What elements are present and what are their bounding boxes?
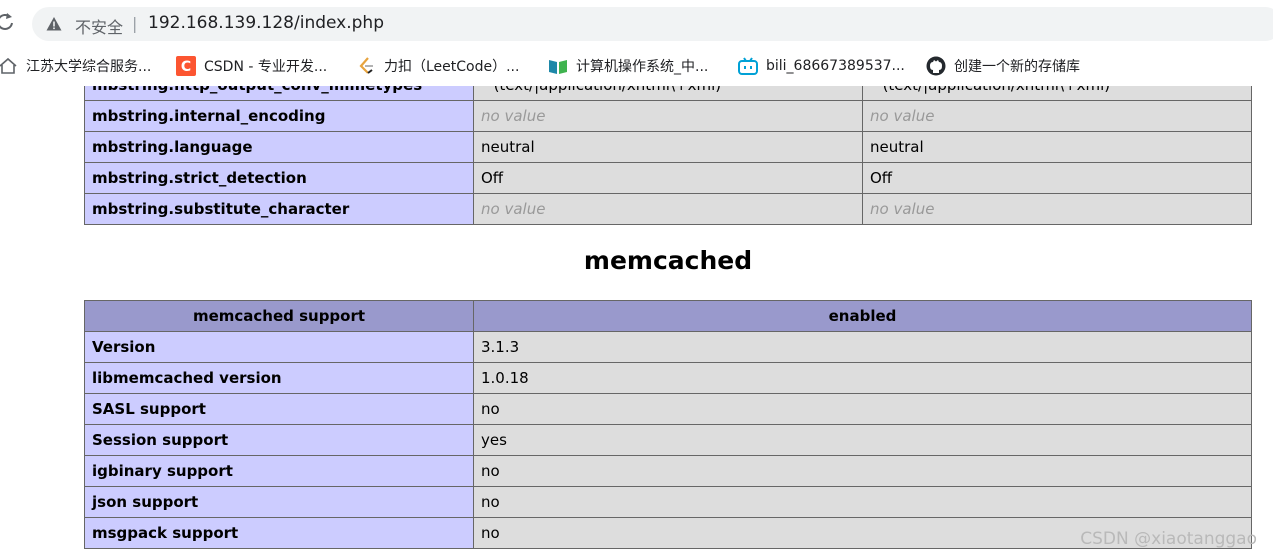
memcached-table: memcached support enabled Version 3.1.3 … [84, 300, 1252, 549]
address-bar-area: 不安全 | 192.168.139.128/index.php [0, 0, 1273, 46]
bookmark-item[interactable]: 创建一个新的存储库 [926, 55, 1080, 77]
url-separator: | [132, 14, 138, 33]
omnibox[interactable]: 不安全 | 192.168.139.128/index.php [32, 7, 1273, 41]
table-row: mbstring.substitute_character no value n… [84, 193, 1252, 225]
setting-name: Version [84, 331, 474, 363]
local-value: neutral [473, 131, 863, 163]
bookmark-label: 计算机操作系统_中... [576, 59, 709, 75]
leetcode-icon [356, 56, 376, 76]
book-icon [548, 56, 568, 76]
table-row: mbstring.strict_detection Off Off [84, 162, 1252, 194]
warning-icon[interactable] [46, 16, 62, 32]
header-value: enabled [473, 300, 1252, 332]
watermark: CSDN @xiaotanggao [1080, 529, 1257, 549]
page-content: mbstring.http_output_conv_mimetypes ^(te… [0, 86, 1273, 559]
table-row: Session support yes [84, 424, 1252, 456]
master-value: no value [862, 193, 1252, 225]
bookmark-item[interactable]: 计算机操作系统_中... [548, 55, 708, 77]
setting-value: yes [473, 424, 1252, 456]
local-value: ^(text/|application/xhtml\+xml) [473, 86, 863, 101]
url-text[interactable]: 192.168.139.128/index.php [148, 13, 384, 33]
master-value: Off [862, 162, 1252, 194]
security-label[interactable]: 不安全 [75, 14, 123, 38]
mbstring-directives-table: mbstring.http_output_conv_mimetypes ^(te… [84, 86, 1252, 225]
directive-name: mbstring.internal_encoding [84, 100, 474, 132]
table-row: SASL support no [84, 393, 1252, 425]
csdn-icon: C [176, 56, 196, 76]
github-icon [926, 56, 946, 76]
bookmark-item[interactable]: 力扣（LeetCode）... [356, 55, 519, 77]
bookmark-label: 创建一个新的存储库 [954, 59, 1080, 75]
table-row: mbstring.language neutral neutral [84, 131, 1252, 163]
table-row: igbinary support no [84, 455, 1252, 487]
setting-name: libmemcached version [84, 362, 474, 394]
directive-name: mbstring.strict_detection [84, 162, 474, 194]
reload-icon[interactable] [0, 11, 16, 33]
table-row: Version 3.1.3 [84, 331, 1252, 363]
setting-name: igbinary support [84, 455, 474, 487]
bookmark-item[interactable]: C CSDN - 专业开发... [176, 55, 327, 77]
setting-value: no [473, 486, 1252, 518]
setting-value: no [473, 455, 1252, 487]
master-value: no value [862, 100, 1252, 132]
bookmark-label: CSDN - 专业开发... [204, 59, 328, 75]
setting-value: no [473, 393, 1252, 425]
setting-value: 1.0.18 [473, 362, 1252, 394]
master-value: ^(text/|application/xhtml\+xml) [862, 86, 1252, 101]
bookmark-label: bili_68667389537... [766, 58, 905, 74]
table-row: libmemcached version 1.0.18 [84, 362, 1252, 394]
setting-name: json support [84, 486, 474, 518]
setting-name: SASL support [84, 393, 474, 425]
directive-name: mbstring.language [84, 131, 474, 163]
bookmark-label: 江苏大学综合服务... [26, 59, 152, 75]
bookmarks-bar: 江苏大学综合服务... C CSDN - 专业开发... 力扣（LeetCode… [0, 46, 1273, 86]
svg-text:C: C [181, 59, 191, 75]
table-header-row: memcached support enabled [84, 300, 1252, 332]
section-heading-memcached: memcached [583, 246, 753, 275]
bookmark-label: 力扣（LeetCode）... [384, 59, 520, 75]
bookmark-item[interactable]: 江苏大学综合服务... [0, 55, 151, 77]
bookmark-item[interactable]: bili_68667389537... [738, 55, 905, 77]
table-row: mbstring.internal_encoding no value no v… [84, 100, 1252, 132]
home-icon [0, 56, 18, 76]
local-value: no value [473, 100, 863, 132]
setting-name: msgpack support [84, 517, 474, 549]
table-row: mbstring.http_output_conv_mimetypes ^(te… [84, 86, 1252, 101]
bilibili-icon [738, 56, 758, 76]
table-row: msgpack support no [84, 517, 1252, 549]
header-name: memcached support [84, 300, 474, 332]
setting-name: Session support [84, 424, 474, 456]
local-value: no value [473, 193, 863, 225]
directive-name: mbstring.substitute_character [84, 193, 474, 225]
setting-value: 3.1.3 [473, 331, 1252, 363]
master-value: neutral [862, 131, 1252, 163]
table-row: json support no [84, 486, 1252, 518]
directive-name: mbstring.http_output_conv_mimetypes [84, 86, 474, 101]
local-value: Off [473, 162, 863, 194]
